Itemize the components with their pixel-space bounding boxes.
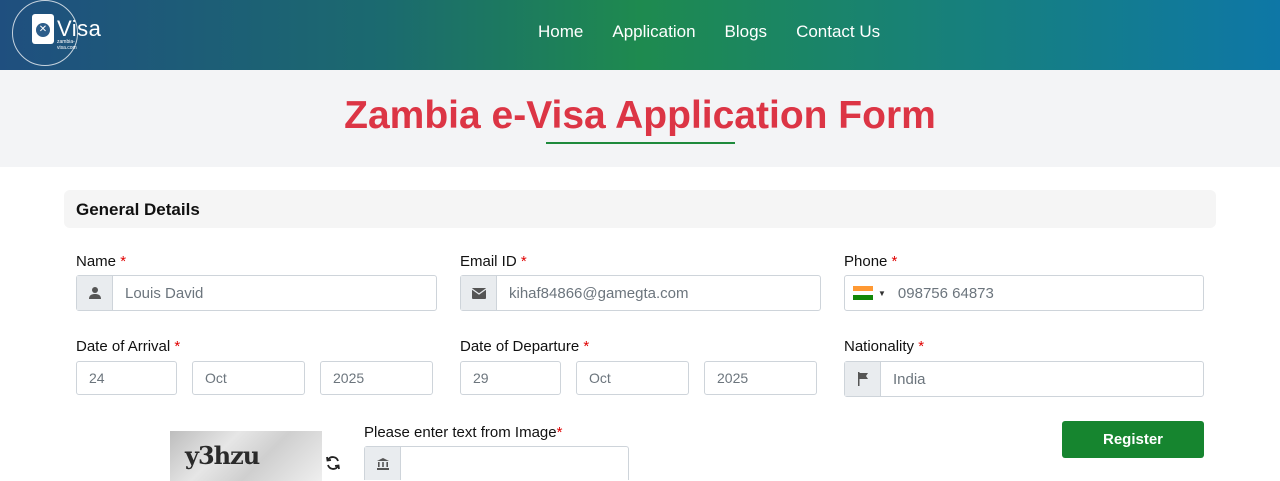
captcha-image: y3hzu — [170, 431, 322, 481]
register-button[interactable]: Register — [1062, 421, 1204, 458]
refresh-icon[interactable] — [325, 455, 341, 471]
title-band: Zambia e-Visa Application Form — [0, 70, 1280, 167]
nationality-label: Nationality * — [844, 338, 924, 355]
phone-input[interactable]: 098756 64873 — [898, 285, 994, 302]
nationality-select[interactable]: India — [881, 362, 1203, 396]
section-header: General Details — [64, 190, 1216, 228]
arrival-day-select[interactable]: 24 — [76, 361, 177, 395]
logo[interactable]: ✕ Visa zambia-visa.com — [12, 0, 101, 68]
departure-day-select[interactable]: 29 — [460, 361, 561, 395]
chevron-down-icon[interactable]: ▼ — [878, 289, 886, 298]
section-title: General Details — [76, 200, 200, 219]
logo-domain: zambia-visa.com — [57, 39, 77, 51]
india-flag-icon[interactable] — [853, 286, 873, 301]
captcha-field[interactable] — [364, 446, 629, 480]
captcha-input[interactable] — [401, 447, 628, 480]
nav-blogs[interactable]: Blogs — [725, 22, 768, 42]
required-marker: * — [174, 338, 181, 355]
nationality-field[interactable]: India — [844, 361, 1204, 397]
flag-icon — [845, 362, 881, 396]
nationality-label-text: Nationality — [844, 338, 915, 355]
email-label-text: Email ID — [460, 253, 517, 270]
main-nav: Home Application Blogs Contact Us — [538, 22, 880, 42]
required-marker: * — [891, 253, 898, 270]
email-label: Email ID * — [460, 253, 527, 270]
email-field[interactable]: kihaf84866@gamegta.com — [460, 275, 821, 311]
required-marker: * — [918, 338, 925, 355]
captcha-label-text: Please enter text from Image — [364, 424, 557, 441]
required-marker: * — [583, 338, 590, 355]
title-underline — [546, 142, 735, 144]
page-title: Zambia e-Visa Application Form — [344, 94, 936, 137]
required-marker: * — [520, 253, 527, 270]
name-label: Name * — [76, 253, 126, 270]
captcha-text: y3hzu — [185, 441, 260, 470]
phone-label-text: Phone — [844, 253, 888, 270]
logo-mark-icon: ✕ — [36, 23, 50, 37]
arrival-label-text: Date of Arrival — [76, 338, 171, 355]
email-input[interactable]: kihaf84866@gamegta.com — [497, 276, 820, 310]
name-field[interactable]: Louis David — [76, 275, 437, 311]
nav-application[interactable]: Application — [612, 22, 695, 42]
bank-icon — [365, 447, 401, 480]
required-marker: * — [556, 424, 563, 441]
arrival-year-select[interactable]: 2025 — [320, 361, 433, 395]
name-input[interactable]: Louis David — [113, 276, 436, 310]
departure-year-select[interactable]: 2025 — [704, 361, 817, 395]
nav-contact-us[interactable]: Contact Us — [796, 22, 880, 42]
envelope-icon — [461, 276, 497, 310]
name-label-text: Name — [76, 253, 117, 270]
phone-label: Phone * — [844, 253, 897, 270]
departure-label-text: Date of Departure — [460, 338, 580, 355]
departure-label: Date of Departure * — [460, 338, 589, 355]
user-icon — [77, 276, 113, 310]
nav-home[interactable]: Home — [538, 22, 583, 42]
captcha-label: Please enter text from Image* — [364, 424, 562, 441]
site-header: ✕ Visa zambia-visa.com Home Application … — [0, 0, 1280, 70]
arrival-month-select[interactable]: Oct — [192, 361, 305, 395]
required-marker: * — [120, 253, 127, 270]
departure-month-select[interactable]: Oct — [576, 361, 689, 395]
phone-field[interactable]: ▼ 098756 64873 — [844, 275, 1204, 311]
arrival-label: Date of Arrival * — [76, 338, 180, 355]
